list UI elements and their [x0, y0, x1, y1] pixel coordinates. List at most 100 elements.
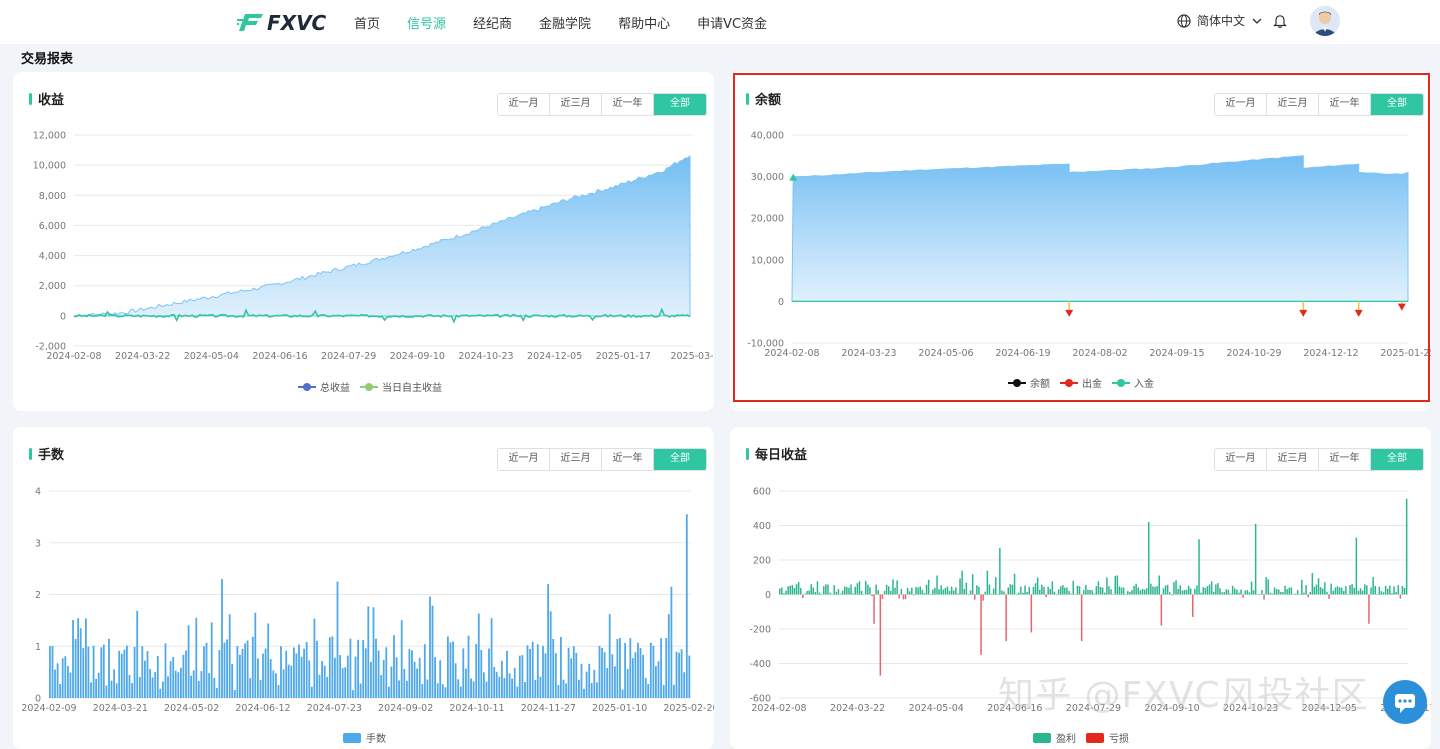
lots-bar — [382, 660, 385, 698]
x-tick-label: 2024-06-12 — [235, 703, 290, 714]
lots-bar — [529, 648, 531, 698]
profit-bar — [848, 587, 850, 595]
profit-bar — [1015, 593, 1018, 595]
lots-bar — [74, 638, 77, 698]
avatar[interactable] — [1310, 6, 1340, 36]
lots-bar — [223, 642, 226, 698]
lots-bar — [578, 679, 580, 698]
profit-bar — [1210, 581, 1213, 595]
profit-bar — [1330, 583, 1332, 595]
loss-bar — [898, 594, 900, 599]
loss-bar — [902, 594, 905, 600]
profit-bar — [1349, 585, 1351, 595]
profit-bar — [1066, 587, 1068, 595]
legend-item-balance[interactable]: 余额 — [1008, 375, 1050, 390]
lots-bar — [649, 642, 652, 698]
x-tick-label: 2024-09-10 — [390, 351, 445, 362]
profit-bar — [1347, 594, 1349, 595]
lots-bar — [269, 659, 272, 698]
fxvc-logo[interactable]: FXVC — [237, 8, 329, 36]
nav-item[interactable]: 帮助中心 — [618, 13, 670, 32]
profit-bar — [862, 594, 865, 595]
loss-bar — [1030, 594, 1033, 633]
profit-bar — [942, 589, 944, 595]
nav-item[interactable]: 申请VC资金 — [697, 13, 767, 32]
lots-bar — [354, 656, 357, 698]
lots-bar — [423, 644, 426, 698]
legend-item-total[interactable]: 总收益 — [298, 379, 350, 394]
lots-bar — [503, 678, 506, 698]
lots-bar — [287, 664, 290, 698]
profit-bar — [1265, 577, 1267, 595]
profit-bar — [1246, 590, 1249, 595]
y-tick-label: 20,000 — [751, 214, 784, 225]
lots-bar — [336, 581, 339, 698]
globe-icon — [1177, 13, 1191, 28]
loss-bar — [1328, 594, 1330, 599]
lots-bar — [608, 614, 611, 698]
language-selector[interactable]: 简体中文 — [1177, 12, 1263, 29]
profit-bar — [816, 581, 819, 595]
lots-bar — [298, 644, 300, 698]
profit-bar — [932, 589, 934, 595]
legend-item-withdraw[interactable]: 出金 — [1060, 375, 1102, 390]
profit-bar — [1110, 589, 1112, 595]
legend-label: 亏损 — [1109, 734, 1129, 745]
profit-bar — [1254, 523, 1257, 595]
profit-bar — [1114, 575, 1116, 595]
lots-bar — [321, 661, 323, 698]
x-tick-label: 2024-06-19 — [995, 348, 1050, 359]
profit-bar — [1169, 592, 1171, 595]
legend-item-loss[interactable]: 亏损 — [1086, 730, 1129, 745]
profit-bar — [1148, 522, 1150, 595]
loss-bar — [1160, 594, 1163, 626]
lots-bar — [411, 650, 413, 698]
x-tick-label: 2024-03-22 — [830, 703, 885, 714]
profit-bar — [1372, 577, 1374, 595]
profit-bar — [1028, 586, 1030, 595]
legend-item-deposit[interactable]: 入金 — [1112, 375, 1154, 390]
lots-bar — [560, 637, 562, 698]
profit-bar — [1185, 589, 1188, 595]
lots-bar — [82, 648, 85, 698]
lots-bar — [364, 648, 367, 698]
lots-bar — [644, 677, 647, 698]
lots-bar — [675, 651, 678, 698]
profit-bar — [978, 586, 980, 595]
profit-bar — [1057, 589, 1060, 595]
lots-bar — [185, 650, 187, 698]
profit-bar — [959, 578, 961, 595]
loss-bar — [982, 594, 984, 601]
y-tick-label: 0 — [778, 297, 784, 308]
lots-bar — [418, 657, 421, 698]
lots-bar — [370, 661, 372, 698]
profit-bar — [1380, 591, 1383, 595]
profit-bar — [940, 585, 942, 595]
profit-bar — [1152, 586, 1154, 595]
bell-icon[interactable] — [1273, 13, 1287, 29]
lots-bar — [226, 639, 228, 698]
nav-item[interactable]: 经纪商 — [473, 13, 512, 32]
nav-item[interactable]: 首页 — [354, 13, 380, 32]
legend-item-lots[interactable]: 手数 — [343, 730, 386, 745]
legend-item-profit[interactable]: 盈利 — [1033, 730, 1076, 745]
lots-bar — [280, 646, 282, 698]
x-tick-label: 2024-11-27 — [521, 703, 576, 714]
nav-item[interactable]: 信号源 — [407, 13, 446, 32]
lots-bar — [619, 638, 621, 698]
profit-bar — [944, 588, 947, 595]
profit-bar — [927, 579, 930, 595]
profit-bar — [795, 584, 798, 595]
profit-bar — [1345, 586, 1347, 595]
legend-item-daily[interactable]: 当日自主收益 — [360, 379, 442, 394]
profit-bar — [781, 587, 783, 595]
lots-bar — [349, 638, 352, 698]
nav-item[interactable]: 金融学院 — [539, 13, 591, 32]
chat-button[interactable] — [1383, 680, 1427, 724]
x-tick-label: 2024-12-05 — [527, 351, 582, 362]
lots-bar — [513, 667, 516, 698]
lots-bar — [205, 642, 208, 698]
profit-bar — [1234, 588, 1236, 595]
profit-bar — [1219, 588, 1221, 595]
profit-bar — [1280, 591, 1282, 595]
